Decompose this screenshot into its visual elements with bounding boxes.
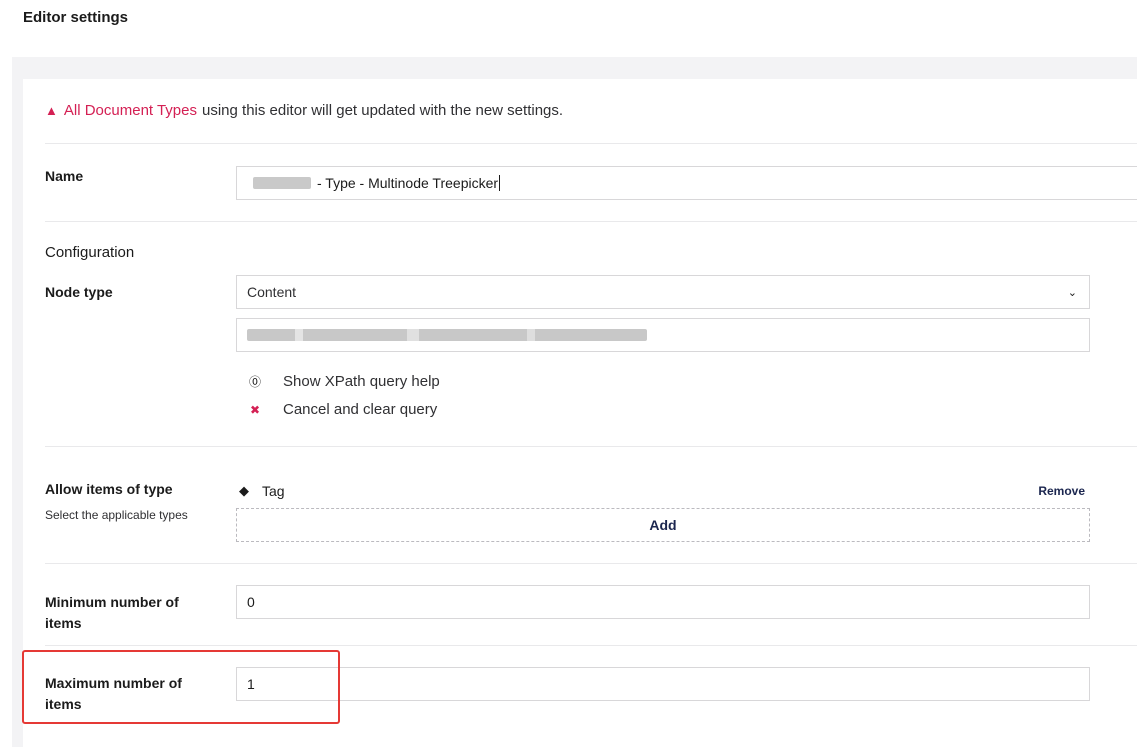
node-type-select[interactable]: Content ⌄ bbox=[236, 275, 1090, 309]
allowed-type-name: Tag bbox=[262, 483, 285, 499]
name-value: - Type - Multinode Treepicker bbox=[317, 175, 499, 191]
notice-text: using this editor will get updated with … bbox=[202, 102, 564, 119]
min-items-label-line2: items bbox=[45, 615, 82, 631]
min-items-value: 0 bbox=[247, 594, 255, 610]
divider bbox=[45, 221, 1137, 222]
min-items-label-line1: Minimum number of bbox=[45, 594, 179, 610]
configuration-heading: Configuration bbox=[45, 244, 135, 261]
show-xpath-help-label: Show XPath query help bbox=[283, 373, 440, 390]
cancel-clear-query-label: Cancel and clear query bbox=[283, 401, 438, 418]
max-items-input[interactable]: 1 bbox=[236, 667, 1090, 701]
allow-items-label: Allow items of type bbox=[45, 481, 173, 497]
divider bbox=[45, 446, 1137, 447]
divider bbox=[45, 645, 1137, 646]
node-type-label: Node type bbox=[45, 284, 113, 300]
text-caret bbox=[499, 175, 501, 191]
cancel-clear-query-button[interactable]: ✖ Cancel and clear query bbox=[248, 401, 437, 418]
divider bbox=[45, 143, 1137, 144]
allowed-type-item: ◆ Tag Remove bbox=[236, 479, 1090, 503]
divider bbox=[45, 563, 1137, 564]
redacted-text bbox=[253, 177, 311, 189]
tag-icon: ◆ bbox=[239, 483, 249, 498]
redacted-query bbox=[247, 329, 647, 341]
close-icon: ✖ bbox=[249, 402, 261, 417]
node-type-value: Content bbox=[247, 284, 297, 300]
allow-items-description: Select the applicable types bbox=[45, 508, 188, 522]
name-label: Name bbox=[45, 168, 84, 184]
warning-icon: ▲ bbox=[45, 103, 58, 118]
page-title: Editor settings bbox=[23, 9, 129, 26]
update-notice: ▲ All Document Types using this editor w… bbox=[45, 102, 563, 119]
highlight-annotation-box bbox=[22, 650, 340, 724]
remove-type-button[interactable]: Remove bbox=[1038, 484, 1085, 498]
min-items-input[interactable]: 0 bbox=[236, 585, 1090, 619]
help-circle-icon: ⓪ bbox=[248, 375, 261, 389]
xpath-query-input[interactable] bbox=[236, 318, 1090, 352]
min-items-label: Minimum number of items bbox=[45, 592, 179, 634]
all-document-types-link[interactable]: All Document Types bbox=[64, 102, 197, 119]
name-input[interactable]: - Type - Multinode Treepicker bbox=[236, 166, 1137, 200]
show-xpath-help-button[interactable]: ⓪ Show XPath query help bbox=[248, 373, 440, 390]
add-type-button[interactable]: Add bbox=[236, 508, 1090, 542]
chevron-down-icon: ⌄ bbox=[1067, 286, 1077, 299]
